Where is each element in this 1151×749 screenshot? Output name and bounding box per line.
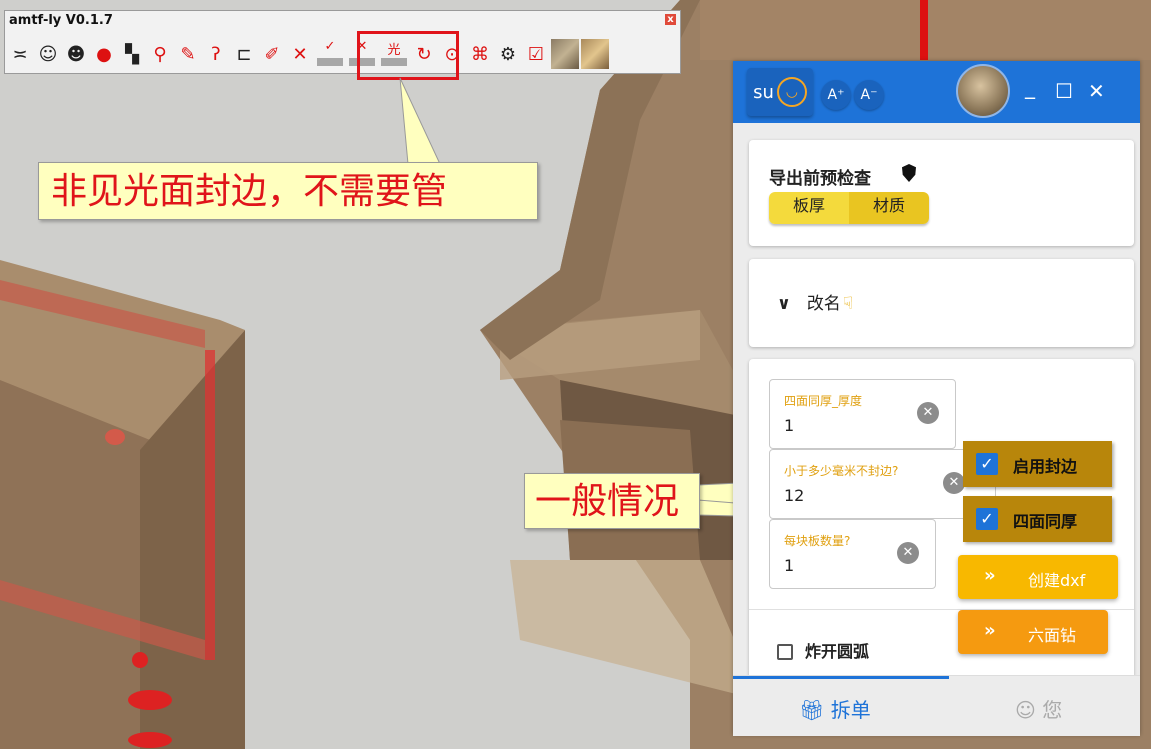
- tab-you[interactable]: ☺ 您: [1015, 694, 1062, 723]
- eyes-icon[interactable]: ≍: [7, 39, 33, 69]
- clear-icon[interactable]: ✕: [917, 402, 939, 424]
- min-edge-field[interactable]: 小于多少毫米不封边? 12 ✕: [769, 449, 996, 519]
- callout-non-visible-edge: 非见光面封边，不需要管: [38, 162, 538, 220]
- precheck-title: 导出前预检查: [769, 169, 871, 189]
- quantity-field[interactable]: 每块板数量? 1 ✕: [769, 519, 936, 589]
- double-chevron-icon: »: [984, 565, 996, 586]
- enable-edge-label: 启用封边: [1013, 457, 1078, 476]
- check-icon: ✓: [976, 508, 998, 530]
- six-drill-label: 六面钻: [1028, 626, 1077, 645]
- chevron-down-icon: ∨: [777, 294, 791, 314]
- six-drill-button[interactable]: » 六面钻: [958, 610, 1108, 654]
- material-button[interactable]: 材质: [849, 192, 929, 224]
- board-thickness-button[interactable]: 板厚: [769, 192, 849, 224]
- thickness-field[interactable]: 四面同厚_厚度 1 ✕: [769, 379, 956, 449]
- gift-icon: 🎁︎: [799, 698, 825, 722]
- four-same-label: 四面同厚: [1013, 512, 1078, 531]
- cut-icon[interactable]: ✕: [287, 39, 313, 69]
- avatar[interactable]: [956, 64, 1010, 118]
- burst-arc-label: 炸开圆弧: [805, 642, 870, 661]
- min-edge-field-value[interactable]: 12: [784, 486, 804, 505]
- gear-icon[interactable]: ⚙: [495, 39, 521, 69]
- callout-general: 一般情况: [524, 473, 700, 529]
- paint-brush-icon[interactable]: ✎: [175, 39, 201, 69]
- clear-icon[interactable]: ✕: [943, 472, 965, 494]
- edge-align-icon[interactable]: ⊏: [231, 39, 257, 69]
- toolbar-icons: ≍ ☺ ☻ ● ▚ ⚲ ✎ ʔ ⊏ ✐ ✕ ✓ ✕ 光 ↻ ⊙ ⌘ ⚙ ☑: [7, 37, 609, 71]
- rename-expander[interactable]: ∨ 改名 ☟: [777, 289, 853, 314]
- photo-icon-2[interactable]: [581, 39, 609, 69]
- precheck-card: 导出前预检查 板厚 材质: [749, 140, 1134, 246]
- su-button[interactable]: su ◡: [747, 68, 813, 116]
- bottom-tabs: 🎁︎ 拆单 ☺ 您: [733, 675, 1140, 736]
- thickness-field-label: 四面同厚_厚度: [784, 394, 863, 408]
- laugh-icon[interactable]: ☻: [63, 39, 89, 69]
- enable-edge-checkbox[interactable]: ✓ 启用封边: [963, 441, 1112, 487]
- shield-check-icon: [902, 164, 916, 182]
- highlight-box: [357, 31, 459, 80]
- bike-icon[interactable]: ⚲: [147, 39, 173, 69]
- min-edge-field-label: 小于多少毫米不封边?: [784, 464, 899, 478]
- edge-band-icon-1[interactable]: ✓: [315, 39, 345, 69]
- checkbox-icon: [777, 644, 793, 660]
- pointing-hand-icon: ☟: [842, 294, 854, 314]
- burst-arc-checkbox[interactable]: 炸开圆弧: [777, 638, 869, 662]
- smile-icon[interactable]: ☺: [35, 39, 61, 69]
- precheck-buttons: 板厚 材质: [769, 192, 929, 224]
- minimize-button[interactable]: _: [1025, 75, 1035, 99]
- four-same-checkbox[interactable]: ✓ 四面同厚: [963, 496, 1112, 542]
- font-decrease-button[interactable]: A⁻: [854, 80, 884, 110]
- stop-icon[interactable]: ●: [91, 39, 117, 69]
- quantity-field-label: 每块板数量?: [784, 534, 851, 548]
- clear-icon[interactable]: ✕: [897, 542, 919, 564]
- edge-mark-1: ✓: [324, 39, 336, 54]
- thickness-field-value[interactable]: 1: [784, 416, 794, 435]
- brush-icon[interactable]: ✐: [259, 39, 285, 69]
- rename-card[interactable]: ∨ 改名 ☟: [749, 259, 1134, 347]
- create-dxf-button[interactable]: » 创建dxf: [958, 555, 1118, 599]
- close-button[interactable]: ✕: [1088, 79, 1105, 103]
- tag-icon[interactable]: ⌘: [467, 39, 493, 69]
- su-label: su: [753, 81, 774, 103]
- tab-split-label: 拆单: [830, 698, 871, 722]
- photo-icon-1[interactable]: [551, 39, 579, 69]
- panel-header: su ◡ A⁺ A⁻ _ ☐ ✕: [733, 61, 1140, 123]
- smiley-icon: ◡: [776, 77, 807, 107]
- checklist-icon[interactable]: ☑: [523, 39, 549, 69]
- font-increase-button[interactable]: A⁺: [821, 80, 851, 110]
- create-dxf-label: 创建dxf: [1028, 571, 1086, 590]
- face-icon: ☺: [1015, 698, 1036, 722]
- toolbar-close-button[interactable]: x: [665, 14, 676, 25]
- tab-split[interactable]: 🎁︎ 拆单: [799, 694, 871, 723]
- maximize-button[interactable]: ☐: [1055, 79, 1073, 103]
- toolbar-title: amtf-ly V0.1.7: [9, 13, 113, 28]
- quantity-field-value[interactable]: 1: [784, 556, 794, 575]
- active-tab-indicator: [733, 676, 949, 679]
- rename-label: 改名: [806, 294, 841, 314]
- double-chevron-icon: »: [984, 620, 996, 641]
- check-icon: ✓: [976, 453, 998, 475]
- plugin-toolbar-window[interactable]: amtf-ly V0.1.7 x ≍ ☺ ☻ ● ▚ ⚲ ✎ ʔ ⊏ ✐ ✕ ✓…: [4, 10, 681, 74]
- tab-you-label: 您: [1042, 698, 1063, 722]
- hook-icon[interactable]: ʔ: [203, 39, 229, 69]
- blocks-icon[interactable]: ▚: [119, 39, 145, 69]
